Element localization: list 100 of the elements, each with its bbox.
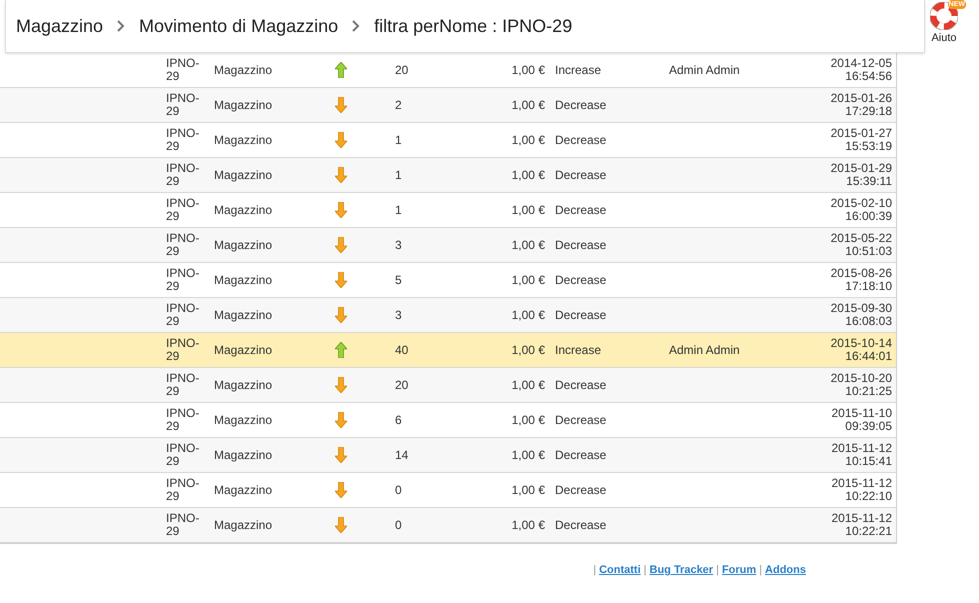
table-cell: 2015-11-10 09:39:05	[832, 407, 892, 433]
table-cell-text: Increase	[555, 342, 602, 359]
footer-link[interactable]: Addons	[765, 562, 806, 578]
table-cell-text: 1,00 €	[510, 482, 545, 499]
table-cell-text: 1,00 €	[510, 62, 545, 79]
table-cell: 2015-10-20 10:21:25	[830, 372, 892, 398]
footer-link[interactable]: Bug Tracker	[650, 562, 714, 578]
table-cell-text: IPNO-29	[166, 232, 200, 258]
table-cell-text: 3	[395, 307, 403, 324]
table-cell-text: IPNO-29	[166, 162, 200, 188]
table-cell: 2015-10-14 16:44:01	[830, 337, 892, 363]
table-row[interactable]: IPNO-29 Magazzino 1 1,00 € Decrease 2015-01-29 15:39:11	[0, 158, 896, 193]
table-cell-text: 1,00 €	[510, 167, 545, 184]
table-cell-text: IPNO-29	[166, 302, 200, 328]
table-row[interactable]: IPNO-29 Magazzino 3 1,00 € Decrease 2015-05-22 10:51:03	[0, 228, 896, 263]
table-cell-text: IPNO-29	[166, 407, 200, 433]
table-cell-text: IPNO-29	[166, 512, 200, 538]
table-cell-text: Decrease	[555, 202, 608, 219]
table-cell-text: Decrease	[555, 517, 608, 534]
table-row[interactable]: IPNO-29 Magazzino 2 1,00 € Decrease 2015-01-26 17:29:18	[0, 88, 896, 123]
up-arrow-icon	[335, 342, 347, 358]
table-cell-text: Magazzino	[214, 482, 274, 499]
table-cell: Admin Admin	[669, 63, 740, 77]
table-cell: 2015-01-29 15:39:11	[830, 162, 892, 188]
table-cell-text: 1,00 €	[510, 377, 545, 394]
down-arrow-icon	[335, 202, 347, 218]
table-cell-text: Decrease	[555, 237, 608, 254]
table-row[interactable]: IPNO-29 Magazzino 40 1,00 € Increase Admin Admin 2015-10-14 16:44:01	[0, 333, 896, 368]
down-arrow-icon	[335, 412, 347, 428]
table-cell-text: Decrease	[555, 167, 608, 184]
table-cell: 2015-01-26 17:29:18	[830, 92, 892, 118]
table-row[interactable]: IPNO-29 Magazzino 20 1,00 € Decrease 2015-10-20 10:21:25	[0, 368, 896, 403]
table-cell-text: 1,00 €	[510, 342, 545, 359]
down-arrow-icon	[335, 517, 347, 533]
table-cell-text: Magazzino	[214, 447, 274, 464]
table-cell-text: 6	[395, 412, 403, 429]
table-cell: 2015-08-26 17:18:10	[830, 267, 892, 293]
table-cell-text: Decrease	[555, 482, 608, 499]
table-cell: 2015-01-27 15:53:19	[830, 127, 892, 153]
table-cell: 2015-11-12 10:22:10	[832, 477, 892, 503]
table-cell-text: 0	[395, 517, 403, 534]
table-cell-text: Magazzino	[214, 62, 274, 79]
table-cell-text: Magazzino	[214, 272, 274, 289]
table-cell-text: Decrease	[555, 412, 608, 429]
table-cell-text: 1,00 €	[510, 237, 545, 254]
separator-text: |	[593, 563, 596, 578]
table-row[interactable]: IPNO-29 Magazzino 3 1,00 € Decrease 2015-09-30 16:08:03	[0, 298, 896, 333]
table-cell-text: IPNO-29	[166, 92, 200, 118]
table-cell-text: Magazzino	[214, 412, 274, 429]
table-cell-text: IPNO-29	[166, 57, 200, 83]
table-row[interactable]: IPNO-29 Magazzino 0 1,00 € Decrease 2015-11-12 10:22:21	[0, 508, 896, 543]
table-cell-text: Magazzino	[214, 202, 274, 219]
table-cell-text: 1,00 €	[510, 447, 545, 464]
down-arrow-icon	[335, 132, 347, 148]
footer-link[interactable]: Forum	[722, 562, 756, 578]
table-cell-text: Increase	[555, 62, 602, 79]
table-cell-text: IPNO-29	[166, 267, 200, 293]
table-cell-text: 3	[395, 237, 403, 254]
table-cell-text: 1	[395, 167, 403, 184]
table-cell-text: Magazzino	[214, 517, 274, 534]
table-cell-text: 1,00 €	[510, 412, 545, 429]
table-cell-text: IPNO-29	[166, 127, 200, 153]
table-cell-text: IPNO-29	[166, 477, 200, 503]
breadcrumb-link[interactable]: Movimento di Magazzino	[139, 12, 338, 40]
down-arrow-icon	[335, 272, 347, 288]
table-cell-text: IPNO-29	[166, 197, 200, 223]
table-cell: 2015-02-10 16:00:39	[830, 197, 892, 223]
table-cell-text: 1	[395, 132, 403, 149]
table-cell-text: Magazzino	[214, 307, 274, 324]
table-cell-text: Magazzino	[214, 377, 274, 394]
breadcrumb-link[interactable]: Magazzino	[16, 12, 104, 40]
table-cell-text: Decrease	[555, 307, 608, 324]
table-cell-text: Decrease	[555, 132, 608, 149]
table-cell-text: IPNO-29	[166, 372, 200, 398]
down-arrow-icon	[335, 377, 347, 393]
down-arrow-icon	[335, 167, 347, 183]
table-cell-text: 1,00 €	[510, 97, 545, 114]
table-cell-text: 20	[395, 377, 410, 394]
table-cell-text: IPNO-29	[166, 442, 200, 468]
breadcrumb-link[interactable]: filtra perNome : IPNO-29	[374, 12, 572, 40]
down-arrow-icon	[335, 447, 347, 463]
footer-link[interactable]: Contatti	[599, 562, 641, 578]
table-cell: 2014-12-05 16:54:56	[830, 57, 892, 83]
separator-text: |	[716, 563, 719, 578]
table-cell-text: 1,00 €	[510, 202, 545, 219]
table-cell-text: Decrease	[555, 377, 608, 394]
table-cell: 2015-09-30 16:08:03	[830, 302, 892, 328]
table-cell: Admin Admin	[669, 343, 740, 357]
table-cell: 2015-05-22 10:51:03	[830, 232, 892, 258]
table-cell-text: 0	[395, 482, 403, 499]
up-arrow-icon	[335, 62, 347, 78]
table-cell-text: 5	[395, 272, 403, 289]
table-cell-text: Magazzino	[214, 167, 274, 184]
down-arrow-icon	[335, 237, 347, 253]
table-cell-text: 1	[395, 202, 403, 219]
table-cell-text: Decrease	[555, 97, 608, 114]
table-row[interactable]: IPNO-29 Magazzino 14 1,00 € Decrease 2015-11-12 10:15:41	[0, 438, 896, 473]
separator-text: |	[644, 563, 646, 578]
table-cell-text: IPNO-29	[166, 337, 200, 363]
down-arrow-icon	[335, 307, 347, 323]
